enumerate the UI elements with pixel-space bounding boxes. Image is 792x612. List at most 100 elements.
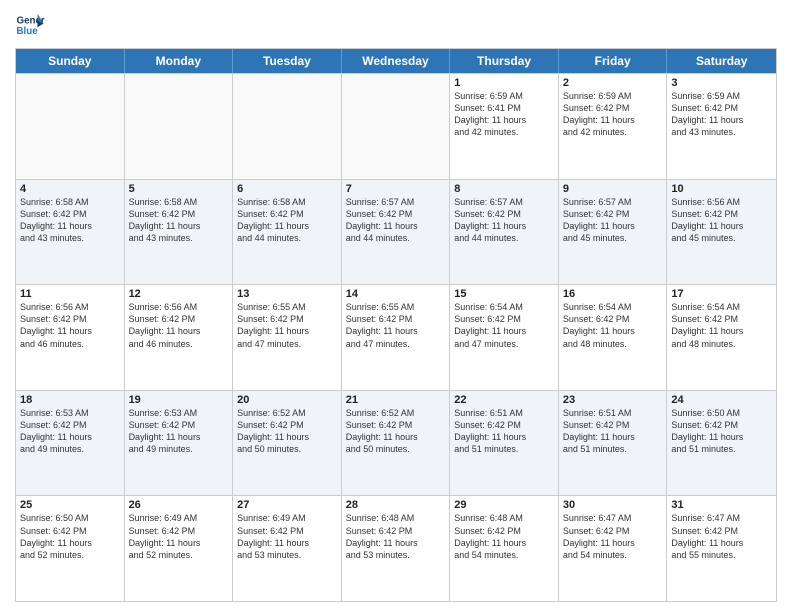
day-number: 26: [129, 499, 229, 511]
day-number: 23: [563, 394, 663, 406]
day-cell-21: 21Sunrise: 6:52 AM Sunset: 6:42 PM Dayli…: [342, 391, 451, 496]
day-info: Sunrise: 6:59 AM Sunset: 6:42 PM Dayligh…: [671, 90, 772, 139]
day-cell-24: 24Sunrise: 6:50 AM Sunset: 6:42 PM Dayli…: [667, 391, 776, 496]
day-info: Sunrise: 6:54 AM Sunset: 6:42 PM Dayligh…: [563, 301, 663, 350]
empty-cell: [233, 74, 342, 179]
day-cell-8: 8Sunrise: 6:57 AM Sunset: 6:42 PM Daylig…: [450, 180, 559, 285]
day-number: 6: [237, 183, 337, 195]
calendar: SundayMondayTuesdayWednesdayThursdayFrid…: [15, 48, 777, 602]
day-cell-5: 5Sunrise: 6:58 AM Sunset: 6:42 PM Daylig…: [125, 180, 234, 285]
day-cell-11: 11Sunrise: 6:56 AM Sunset: 6:42 PM Dayli…: [16, 285, 125, 390]
day-cell-14: 14Sunrise: 6:55 AM Sunset: 6:42 PM Dayli…: [342, 285, 451, 390]
day-info: Sunrise: 6:53 AM Sunset: 6:42 PM Dayligh…: [20, 407, 120, 456]
day-number: 21: [346, 394, 446, 406]
day-cell-31: 31Sunrise: 6:47 AM Sunset: 6:42 PM Dayli…: [667, 496, 776, 601]
day-number: 2: [563, 77, 663, 89]
day-info: Sunrise: 6:50 AM Sunset: 6:42 PM Dayligh…: [671, 407, 772, 456]
day-info: Sunrise: 6:55 AM Sunset: 6:42 PM Dayligh…: [237, 301, 337, 350]
day-cell-7: 7Sunrise: 6:57 AM Sunset: 6:42 PM Daylig…: [342, 180, 451, 285]
day-number: 16: [563, 288, 663, 300]
day-info: Sunrise: 6:59 AM Sunset: 6:41 PM Dayligh…: [454, 90, 554, 139]
day-cell-27: 27Sunrise: 6:49 AM Sunset: 6:42 PM Dayli…: [233, 496, 342, 601]
day-cell-1: 1Sunrise: 6:59 AM Sunset: 6:41 PM Daylig…: [450, 74, 559, 179]
logo: General Blue: [15, 10, 45, 40]
day-number: 29: [454, 499, 554, 511]
day-info: Sunrise: 6:58 AM Sunset: 6:42 PM Dayligh…: [20, 196, 120, 245]
day-number: 30: [563, 499, 663, 511]
day-cell-4: 4Sunrise: 6:58 AM Sunset: 6:42 PM Daylig…: [16, 180, 125, 285]
day-number: 11: [20, 288, 120, 300]
day-number: 5: [129, 183, 229, 195]
day-cell-12: 12Sunrise: 6:56 AM Sunset: 6:42 PM Dayli…: [125, 285, 234, 390]
day-info: Sunrise: 6:48 AM Sunset: 6:42 PM Dayligh…: [454, 512, 554, 561]
day-cell-17: 17Sunrise: 6:54 AM Sunset: 6:42 PM Dayli…: [667, 285, 776, 390]
day-number: 18: [20, 394, 120, 406]
calendar-body: 1Sunrise: 6:59 AM Sunset: 6:41 PM Daylig…: [16, 73, 776, 601]
header-day-sunday: Sunday: [16, 49, 125, 73]
day-info: Sunrise: 6:54 AM Sunset: 6:42 PM Dayligh…: [671, 301, 772, 350]
day-number: 24: [671, 394, 772, 406]
day-cell-25: 25Sunrise: 6:50 AM Sunset: 6:42 PM Dayli…: [16, 496, 125, 601]
day-cell-28: 28Sunrise: 6:48 AM Sunset: 6:42 PM Dayli…: [342, 496, 451, 601]
day-info: Sunrise: 6:48 AM Sunset: 6:42 PM Dayligh…: [346, 512, 446, 561]
calendar-row-4: 18Sunrise: 6:53 AM Sunset: 6:42 PM Dayli…: [16, 390, 776, 496]
header-day-tuesday: Tuesday: [233, 49, 342, 73]
calendar-row-2: 4Sunrise: 6:58 AM Sunset: 6:42 PM Daylig…: [16, 179, 776, 285]
day-number: 20: [237, 394, 337, 406]
day-number: 28: [346, 499, 446, 511]
day-cell-2: 2Sunrise: 6:59 AM Sunset: 6:42 PM Daylig…: [559, 74, 668, 179]
day-info: Sunrise: 6:58 AM Sunset: 6:42 PM Dayligh…: [237, 196, 337, 245]
day-number: 7: [346, 183, 446, 195]
day-cell-18: 18Sunrise: 6:53 AM Sunset: 6:42 PM Dayli…: [16, 391, 125, 496]
header-day-friday: Friday: [559, 49, 668, 73]
day-number: 25: [20, 499, 120, 511]
day-info: Sunrise: 6:49 AM Sunset: 6:42 PM Dayligh…: [129, 512, 229, 561]
day-cell-9: 9Sunrise: 6:57 AM Sunset: 6:42 PM Daylig…: [559, 180, 668, 285]
page: General Blue SundayMondayTuesdayWednesda…: [0, 0, 792, 612]
day-info: Sunrise: 6:47 AM Sunset: 6:42 PM Dayligh…: [563, 512, 663, 561]
day-cell-30: 30Sunrise: 6:47 AM Sunset: 6:42 PM Dayli…: [559, 496, 668, 601]
day-number: 17: [671, 288, 772, 300]
day-cell-10: 10Sunrise: 6:56 AM Sunset: 6:42 PM Dayli…: [667, 180, 776, 285]
logo-icon: General Blue: [15, 10, 45, 40]
empty-cell: [342, 74, 451, 179]
day-info: Sunrise: 6:51 AM Sunset: 6:42 PM Dayligh…: [454, 407, 554, 456]
day-cell-13: 13Sunrise: 6:55 AM Sunset: 6:42 PM Dayli…: [233, 285, 342, 390]
day-number: 31: [671, 499, 772, 511]
day-info: Sunrise: 6:52 AM Sunset: 6:42 PM Dayligh…: [346, 407, 446, 456]
day-info: Sunrise: 6:58 AM Sunset: 6:42 PM Dayligh…: [129, 196, 229, 245]
day-cell-3: 3Sunrise: 6:59 AM Sunset: 6:42 PM Daylig…: [667, 74, 776, 179]
day-number: 27: [237, 499, 337, 511]
day-info: Sunrise: 6:50 AM Sunset: 6:42 PM Dayligh…: [20, 512, 120, 561]
day-number: 12: [129, 288, 229, 300]
day-info: Sunrise: 6:52 AM Sunset: 6:42 PM Dayligh…: [237, 407, 337, 456]
day-number: 4: [20, 183, 120, 195]
header-day-saturday: Saturday: [667, 49, 776, 73]
day-info: Sunrise: 6:55 AM Sunset: 6:42 PM Dayligh…: [346, 301, 446, 350]
day-number: 19: [129, 394, 229, 406]
day-info: Sunrise: 6:54 AM Sunset: 6:42 PM Dayligh…: [454, 301, 554, 350]
calendar-row-3: 11Sunrise: 6:56 AM Sunset: 6:42 PM Dayli…: [16, 284, 776, 390]
day-info: Sunrise: 6:56 AM Sunset: 6:42 PM Dayligh…: [129, 301, 229, 350]
day-cell-26: 26Sunrise: 6:49 AM Sunset: 6:42 PM Dayli…: [125, 496, 234, 601]
day-number: 3: [671, 77, 772, 89]
header-day-wednesday: Wednesday: [342, 49, 451, 73]
day-info: Sunrise: 6:56 AM Sunset: 6:42 PM Dayligh…: [20, 301, 120, 350]
day-cell-6: 6Sunrise: 6:58 AM Sunset: 6:42 PM Daylig…: [233, 180, 342, 285]
day-cell-20: 20Sunrise: 6:52 AM Sunset: 6:42 PM Dayli…: [233, 391, 342, 496]
day-number: 10: [671, 183, 772, 195]
empty-cell: [125, 74, 234, 179]
day-number: 8: [454, 183, 554, 195]
day-number: 15: [454, 288, 554, 300]
header: General Blue: [15, 10, 777, 40]
day-number: 14: [346, 288, 446, 300]
calendar-row-1: 1Sunrise: 6:59 AM Sunset: 6:41 PM Daylig…: [16, 73, 776, 179]
svg-text:Blue: Blue: [17, 26, 39, 37]
calendar-header: SundayMondayTuesdayWednesdayThursdayFrid…: [16, 49, 776, 73]
day-number: 13: [237, 288, 337, 300]
day-info: Sunrise: 6:49 AM Sunset: 6:42 PM Dayligh…: [237, 512, 337, 561]
day-number: 9: [563, 183, 663, 195]
day-cell-15: 15Sunrise: 6:54 AM Sunset: 6:42 PM Dayli…: [450, 285, 559, 390]
day-info: Sunrise: 6:53 AM Sunset: 6:42 PM Dayligh…: [129, 407, 229, 456]
day-cell-19: 19Sunrise: 6:53 AM Sunset: 6:42 PM Dayli…: [125, 391, 234, 496]
